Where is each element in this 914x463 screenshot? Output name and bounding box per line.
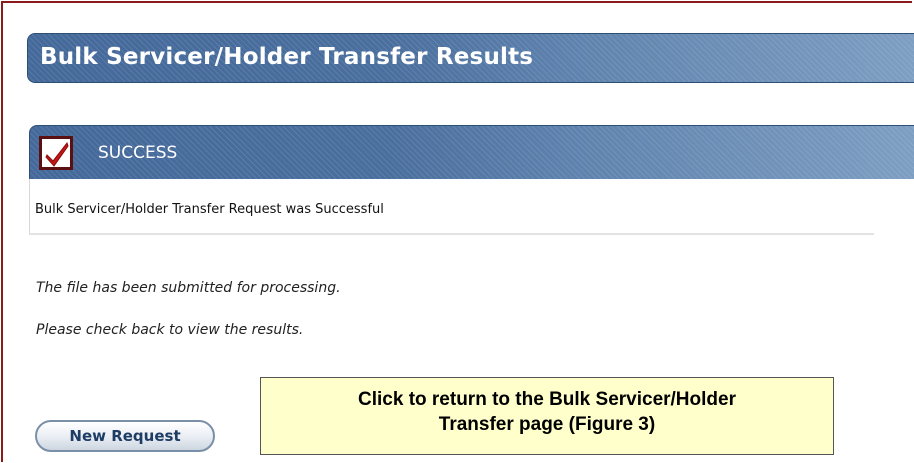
callout-line-1: Click to return to the Bulk Servicer/Hol…: [358, 389, 736, 410]
success-message: Bulk Servicer/Holder Transfer Request wa…: [35, 202, 384, 217]
success-label: SUCCESS: [98, 143, 178, 163]
page-title: Bulk Servicer/Holder Transfer Results: [40, 44, 534, 70]
callout-line-2: Transfer page (Figure 3): [438, 414, 656, 435]
page-title-bar: Bulk Servicer/Holder Transfer Results: [27, 33, 914, 83]
new-request-button[interactable]: New Request: [35, 420, 215, 452]
info-text-submitted: The file has been submitted for processi…: [36, 280, 341, 296]
instruction-callout: Click to return to the Bulk Servicer/Hol…: [260, 377, 834, 455]
success-header: SUCCESS: [29, 125, 914, 179]
success-panel: SUCCESS Bulk Servicer/Holder Transfer Re…: [29, 125, 914, 237]
checkmark-icon: [39, 136, 73, 170]
info-text-check-back: Please check back to view the results.: [36, 322, 304, 338]
success-body: Bulk Servicer/Holder Transfer Request wa…: [29, 179, 874, 235]
